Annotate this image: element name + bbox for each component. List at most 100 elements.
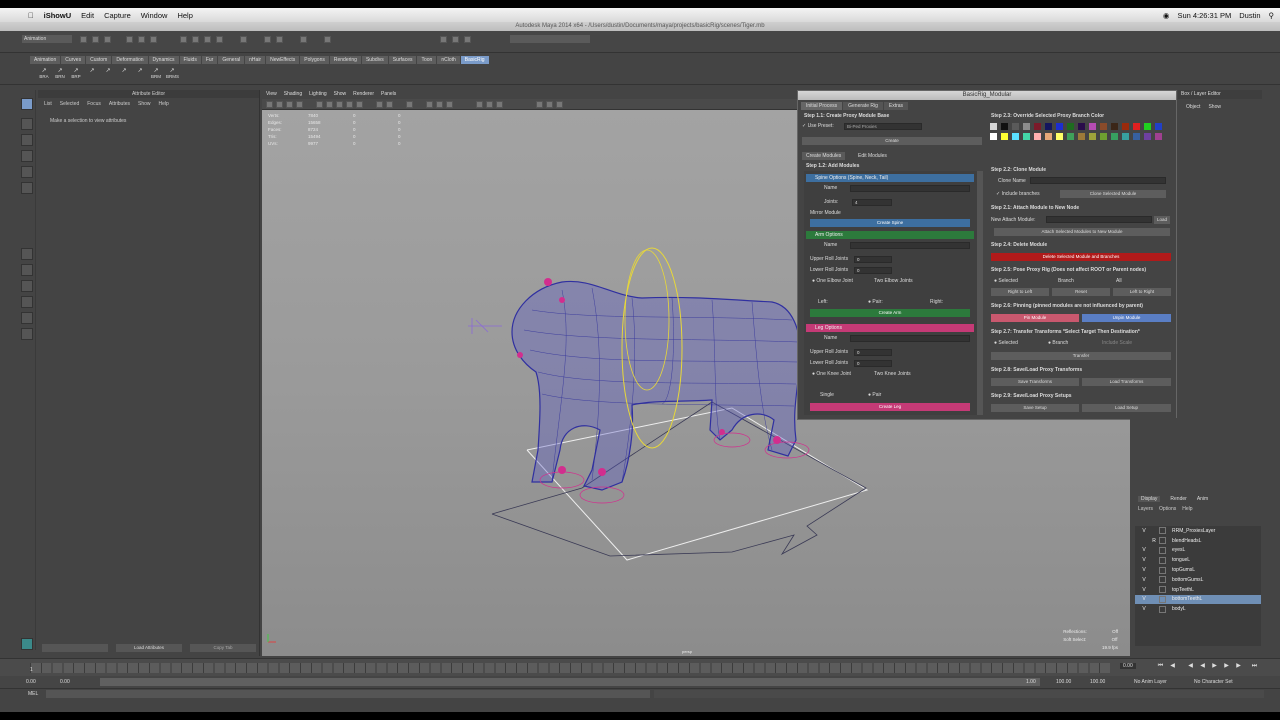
apple-icon[interactable]:  [28,11,34,20]
app-name[interactable]: iShowU [44,11,72,20]
shelf-button-5[interactable]: ↗ [102,67,114,79]
include-scale-checkbox[interactable]: Include Scale [1102,340,1132,346]
rotate-tool-icon[interactable] [21,166,33,178]
shelf-button-4[interactable]: ↗ [86,67,98,79]
vp-aa-icon[interactable] [446,101,453,108]
menu-window[interactable]: Window [141,11,168,20]
command-input[interactable] [46,690,650,698]
one-elbow-radio[interactable]: ● One Elbow Joint [812,278,853,284]
color-swatch[interactable] [1067,133,1074,140]
load-transforms-button[interactable]: Load Transforms [1082,378,1171,386]
layer-color-icon[interactable] [1159,586,1166,594]
tab-initial-process[interactable]: Initial Process [801,102,843,110]
shelf-tab-toon[interactable]: Toon [417,56,437,64]
subtab-create-modules[interactable]: Create Modules [802,152,846,160]
shelf-tab-deformation[interactable]: Deformation [112,56,148,64]
color-swatch[interactable] [1122,123,1129,130]
shelf-tab-fluids[interactable]: Fluids [179,56,201,64]
select-component-icon[interactable] [150,36,157,43]
paint-select-icon[interactable] [21,134,33,146]
vp-exposure-icon[interactable] [546,101,553,108]
module-options-scrollbar[interactable] [977,171,983,415]
layer-visibility-toggle[interactable]: V [1139,557,1149,563]
layer-visibility-toggle[interactable]: V [1139,577,1149,583]
range-start-field[interactable]: 0.00 [26,679,36,685]
layer-row[interactable]: VbodyL [1135,604,1261,614]
shelf-tab-nhair[interactable]: nHair [245,56,266,64]
ground-control-curve[interactable] [526,407,869,561]
layer-color-icon[interactable] [1159,537,1166,545]
ae-menu-attributes[interactable]: Attributes [109,101,130,107]
shelf-button-7[interactable]: ↗ [134,67,146,79]
layer-tab-display[interactable]: Display [1138,496,1161,502]
show-attr-editor-icon[interactable] [440,36,447,43]
menu-capture[interactable]: Capture [104,11,131,20]
copy-tab-button[interactable]: Copy Tab [190,644,256,652]
menu-help[interactable]: Help [177,11,192,20]
head-locator[interactable] [468,318,502,334]
color-swatch[interactable] [1089,133,1096,140]
ae-menu-focus[interactable]: Focus [87,101,101,107]
vp-menu-renderer[interactable]: Renderer [353,90,374,99]
quick-search-field[interactable] [510,35,590,43]
right-to-left-button[interactable]: Right to Left [991,288,1049,296]
color-swatch[interactable] [1001,133,1008,140]
vp-gate-icon[interactable] [476,101,483,108]
shelf-tab-subdivs[interactable]: Subdivs [361,56,388,64]
tiger-body[interactable] [511,280,801,491]
shelf-tab-custom[interactable]: Custom [86,56,112,64]
vp-shadows-icon[interactable] [356,101,363,108]
layer-color-icon[interactable] [1159,595,1166,603]
color-swatch[interactable] [1045,133,1052,140]
color-swatch[interactable] [1155,133,1162,140]
snap-plane-icon[interactable] [216,36,223,43]
pose-all-radio[interactable]: All [1116,278,1122,284]
layer-color-icon[interactable] [1159,605,1166,613]
tab-extras[interactable]: Extras [883,102,909,110]
menuset-dropdown[interactable]: Animation [22,35,72,43]
layer-row[interactable]: VtopTeethL [1135,585,1261,595]
two-knee-radio[interactable]: Two Knee Joints [874,371,911,377]
color-swatch[interactable] [1100,133,1107,140]
layer-visibility-toggle[interactable]: V [1139,606,1149,612]
shelf-tab-polygons[interactable]: Polygons [300,56,329,64]
subtab-edit-modules[interactable]: Edit Modules [858,153,887,159]
color-swatch[interactable] [1111,133,1118,140]
vp-gamma-icon[interactable] [536,101,543,108]
time-slider-ticks[interactable] [30,663,1110,673]
new-attach-module-field[interactable] [1046,216,1152,223]
scale-tool-icon[interactable] [21,182,33,194]
persp-graph-icon[interactable] [21,296,33,308]
layer-visibility-toggle[interactable]: V [1139,528,1149,534]
clone-selected-module-button[interactable]: Clone Selected Module [1060,190,1166,198]
load-setup-button[interactable]: Load Setup [1082,404,1171,412]
script-editor-icon[interactable] [21,638,33,650]
layer-color-icon[interactable] [1159,556,1166,564]
color-swatch[interactable] [1056,123,1063,130]
pose-branch-radio[interactable]: Branch [1058,278,1074,284]
color-swatch[interactable] [1012,123,1019,130]
persp-outliner-icon[interactable] [21,280,33,292]
color-swatch[interactable] [1056,133,1063,140]
color-swatch[interactable] [1144,123,1151,130]
layer-color-icon[interactable] [1159,527,1166,535]
spine-name-field[interactable] [850,185,970,192]
arm-name-field[interactable] [850,242,970,249]
shelf-tab-dynamics[interactable]: Dynamics [148,56,179,64]
create-spine-button[interactable]: Create Spine [810,219,970,227]
ipr-render-icon[interactable] [276,36,283,43]
shelf-button-brp[interactable]: ↗ BRP [70,67,82,79]
play-forward-icon[interactable]: ▶ [1210,662,1219,671]
step-back-key-icon[interactable]: ◀ [1168,662,1177,671]
vp-smooth-shade-icon[interactable] [326,101,333,108]
color-swatch[interactable] [1078,123,1085,130]
save-scene-icon[interactable] [104,36,111,43]
vp-camera-icon[interactable] [266,101,273,108]
new-scene-icon[interactable] [80,36,87,43]
shelf-button-brm[interactable]: ↗ BRM [150,67,162,79]
search-icon[interactable]: ⚲ [1269,11,1275,20]
layer-row[interactable]: VtongueL [1135,555,1261,565]
vp-lights-icon[interactable] [346,101,353,108]
vp-textured-icon[interactable] [336,101,343,108]
unpin-module-button[interactable]: Unpin Module [1082,314,1171,322]
